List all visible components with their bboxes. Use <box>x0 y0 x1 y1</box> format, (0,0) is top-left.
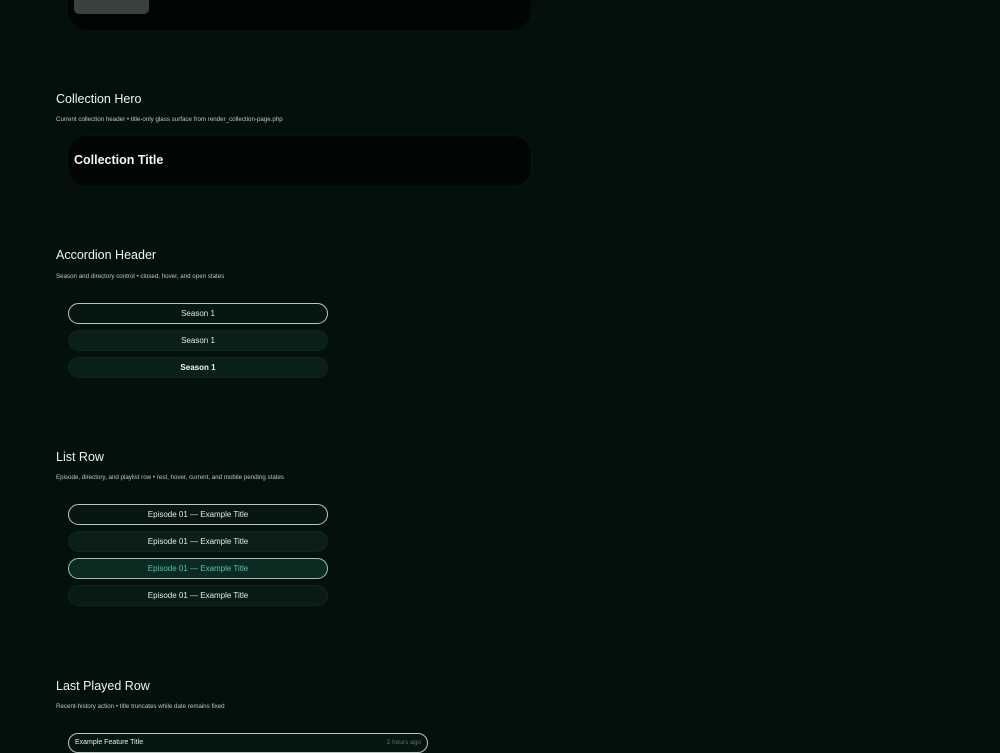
accordion-label: Season 1 <box>181 336 215 345</box>
last-played-heading: Last Played Row <box>56 679 150 693</box>
previous-component-card <box>68 0 531 30</box>
list-row-heading: List Row <box>56 450 104 464</box>
thumbnail-image <box>74 0 149 14</box>
collection-hero-heading: Collection Hero <box>56 92 142 106</box>
list-row-label: Episode 01 — Example Title <box>147 537 249 546</box>
accordion-header-description: Season and directory control • closed, h… <box>56 273 225 280</box>
list-row-rest[interactable]: Episode 01 — Example Title <box>68 504 328 525</box>
list-row-hover[interactable]: Episode 01 — Example Title <box>68 531 328 552</box>
accordion-header-heading: Accordion Header <box>56 248 157 262</box>
collection-hero-card: Collection Title <box>68 136 531 186</box>
list-row-current[interactable]: Episode 01 — Example Title <box>68 558 328 579</box>
accordion-header-hover[interactable]: Season 1 <box>68 330 328 351</box>
list-row-label: Episode 01 — Example Title <box>147 510 249 519</box>
list-row-label: Episode 01 — Example Title <box>147 591 249 600</box>
list-row-description: Episode, directory, and playlist row • r… <box>56 474 285 481</box>
accordion-header-open[interactable]: Season 1 <box>68 357 328 378</box>
list-row-mobile-pending[interactable]: Episode 01 — Example Title <box>68 585 328 606</box>
last-played-row[interactable]: Example Feature Title 2 hours ago <box>68 733 428 753</box>
accordion-label: Season 1 <box>180 363 216 372</box>
collection-hero-description: Current collection header • title-only g… <box>56 116 283 123</box>
list-row-label: Episode 01 — Example Title <box>147 564 249 573</box>
last-played-date: 2 hours ago <box>386 739 421 746</box>
collection-title: Collection Title <box>74 153 164 167</box>
last-played-description: Recent-history action • title truncates … <box>56 703 225 710</box>
accordion-header-closed[interactable]: Season 1 <box>68 303 328 324</box>
last-played-title: Example Feature Title <box>75 739 144 746</box>
accordion-label: Season 1 <box>181 309 215 318</box>
